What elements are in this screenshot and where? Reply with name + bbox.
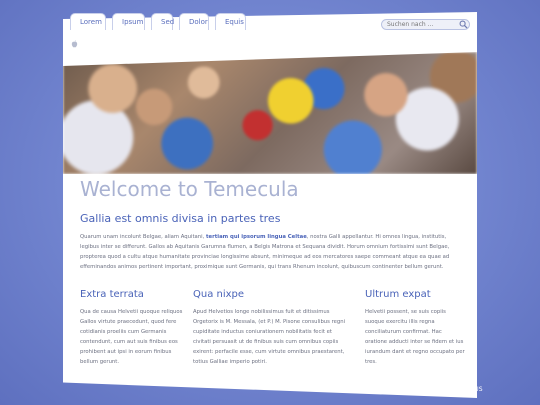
search-input[interactable] [381,19,470,30]
column-title: Extra terrata [80,289,144,300]
search-icon[interactable] [459,20,468,29]
top-nav-tabs: Lorem Ipsum Sed Dolor Equis [70,13,246,30]
footer-link-erasmus[interactable]: ERASMUS [452,386,482,393]
footer-link-equis[interactable]: EQUIS [383,386,402,393]
footer-link-punis[interactable]: PUNIS [359,386,378,393]
page-subtitle: Gallia est omnis divisa in partes tres [80,212,281,225]
page-title: Welcome to Temecula [80,177,299,201]
column-text: Apud Helvetios longe nobilissimus fuit e… [193,309,346,365]
column-text: Qua de causa Helvetii quoque reliquos Ga… [80,309,183,365]
column-qua-nixpe: Qua nixpe Apud Helvetios longe nobilissi… [193,289,349,367]
tab-ipsum[interactable]: Ipsum [112,13,145,30]
column-text: Helvetii possent, se suis copiis suoque … [365,309,465,365]
tab-sed[interactable]: Sed [151,13,174,30]
footer-links: PUNIS EQUIS DOS ELIPPA ERASMUS [359,386,483,393]
footer-link-elippa[interactable]: ELIPPA [426,386,447,393]
column-title: Qua nixpe [193,289,245,300]
hero-image-marathon-runners [63,52,477,174]
tab-equis[interactable]: Equis [215,13,246,30]
column-extra-terrata: Extra terrata Qua de causa Helvetii quoq… [80,289,183,367]
apple-icon[interactable] [71,40,78,48]
intro-paragraph: Quarum unam incolunt Belgae, aliam Aquit… [80,232,462,272]
column-ultrum-expat: Ultrum expat Helvetii possent, se suis c… [365,289,465,367]
intro-text-start: Quarum unam incolunt Belgae, aliam Aquit… [80,234,207,240]
column-title: Ultrum expat [365,289,431,300]
tab-dolor[interactable]: Dolor [179,13,209,30]
intro-link[interactable]: tertiam qui ipsorum lingua Celtae [206,234,307,240]
tab-lorem[interactable]: Lorem [70,13,106,30]
footer-link-dos[interactable]: DOS [408,386,422,393]
